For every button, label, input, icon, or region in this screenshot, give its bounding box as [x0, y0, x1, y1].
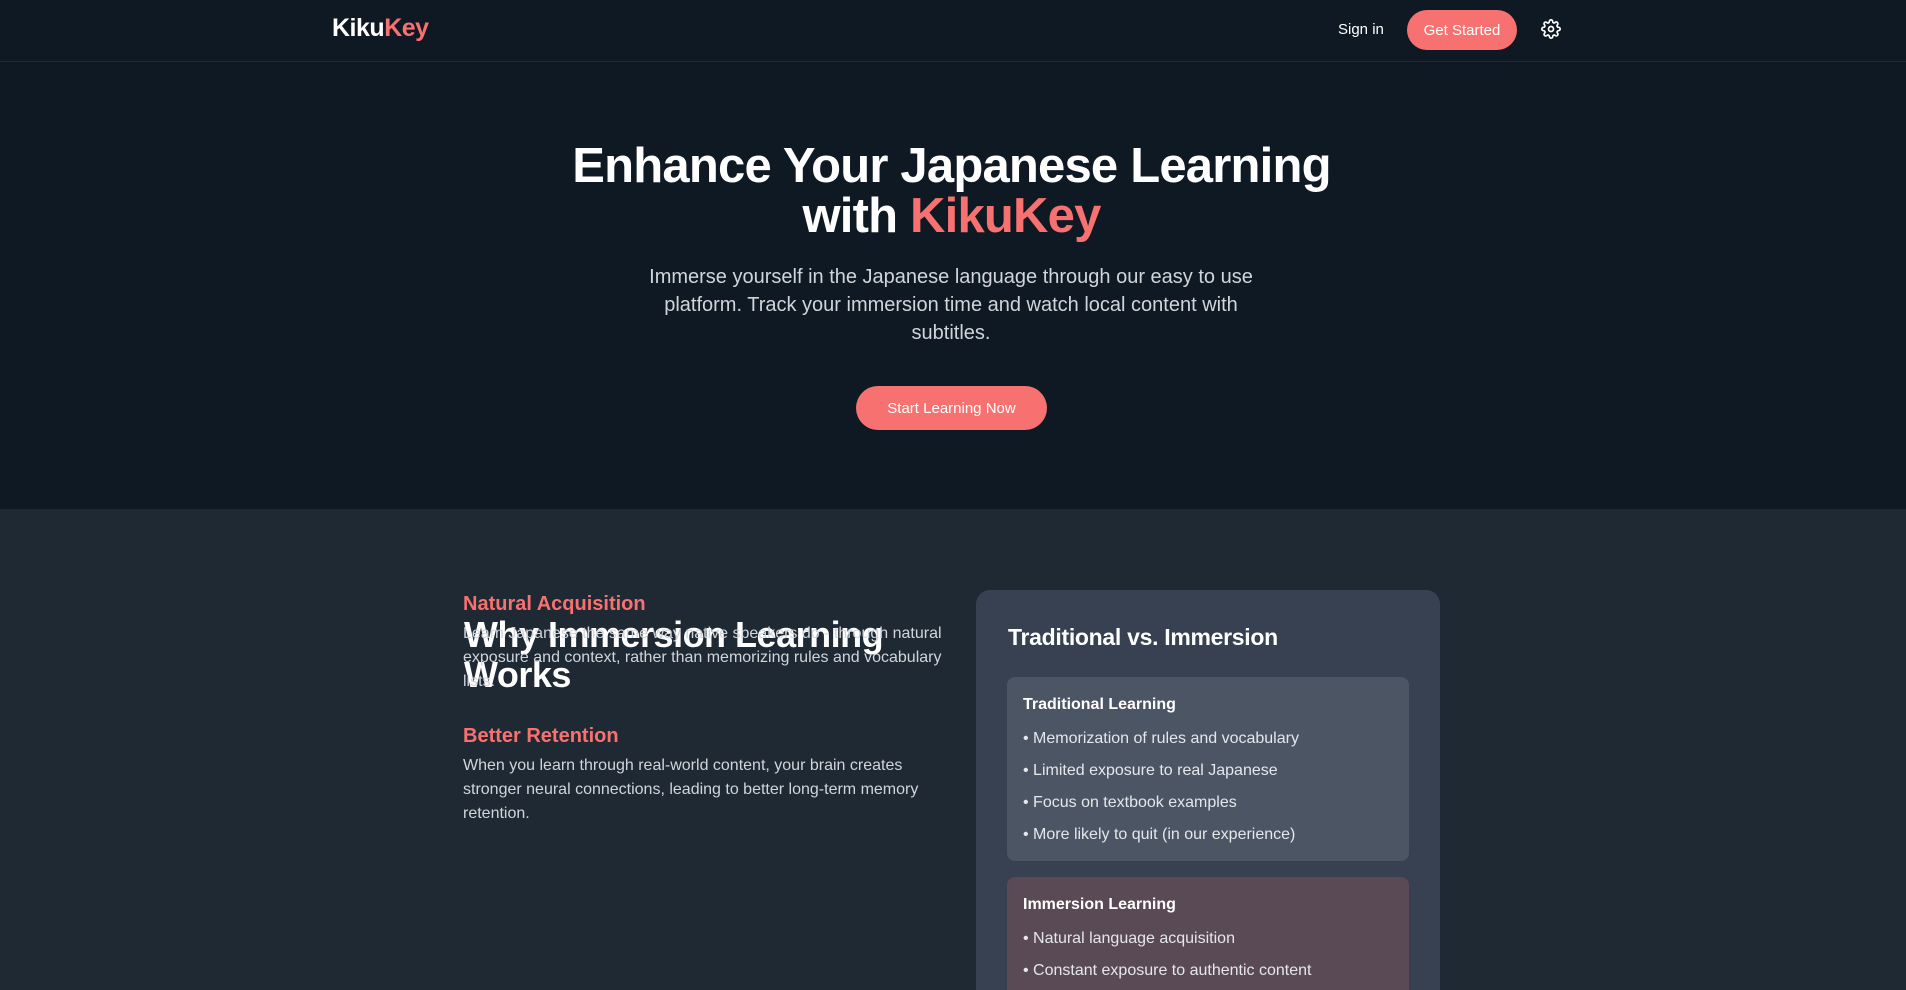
get-started-button[interactable]: Get Started: [1407, 10, 1517, 50]
logo-text: Kiku: [332, 14, 385, 42]
list-item: • Limited exposure to real Japanese: [1023, 762, 1278, 779]
list-item: • Constant exposure to authentic content: [1023, 962, 1312, 979]
start-learning-button[interactable]: Start Learning Now: [856, 386, 1047, 430]
immersion-learning-title: Immersion Learning: [1023, 896, 1176, 913]
immersion-learning-box: Immersion Learning • Natural language ac…: [1007, 877, 1409, 990]
top-navbar: KikuKey Sign in Get Started: [0, 0, 1906, 62]
feature-title-better-retention: Better Retention: [463, 725, 619, 747]
hero-subtitle: Immerse yourself in the Japanese languag…: [649, 266, 1253, 344]
logo-accent-text: Key: [384, 14, 429, 42]
logo[interactable]: KikuKey: [332, 14, 429, 43]
why-immersion-section: Why Immersion Learning Works Natural Acq…: [0, 509, 1906, 990]
hero-title-with: with: [802, 189, 911, 243]
feature-body-better-retention: When you learn through real-world conten…: [463, 757, 919, 822]
list-item: • Focus on textbook examples: [1023, 794, 1237, 811]
traditional-learning-box: Traditional Learning • Memorization of r…: [1007, 677, 1409, 861]
sign-in-link[interactable]: Sign in: [1338, 21, 1384, 38]
list-item: • Memorization of rules and vocabulary: [1023, 730, 1299, 747]
feature-title-natural-acquisition: Natural Acquisition: [463, 593, 646, 615]
hero-title-line1: Enhance Your Japanese Learning: [572, 139, 1331, 193]
list-item: • Natural language acquisition: [1023, 930, 1235, 947]
comparison-title: Traditional vs. Immersion: [1008, 624, 1278, 650]
traditional-learning-title: Traditional Learning: [1023, 696, 1176, 713]
list-item: • More likely to quit (in our experience…: [1023, 826, 1296, 843]
hero-title: Enhance Your Japanese Learning with Kiku…: [0, 141, 1903, 241]
comparison-card: Traditional vs. Immersion Traditional Le…: [976, 590, 1440, 990]
feature-body-natural-acquisition: Learn Japanese the same way native speak…: [463, 625, 942, 690]
hero-section: Enhance Your Japanese Learning with Kiku…: [0, 62, 1906, 509]
hero-title-accent: KikuKey: [910, 189, 1101, 243]
gear-icon[interactable]: [1541, 19, 1561, 39]
